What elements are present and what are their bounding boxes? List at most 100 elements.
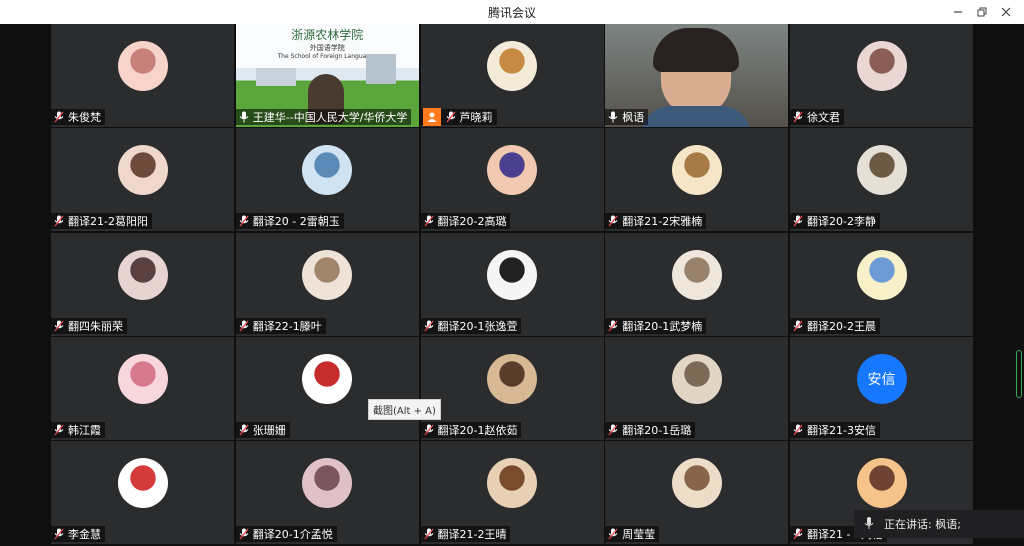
- participant-nameplate: 翻译21-2王晴: [420, 526, 511, 542]
- participant-tile[interactable]: 浙源农林学院 外国语学院 The School of Foreign Languag…: [235, 24, 419, 127]
- building-shape: [365, 54, 396, 84]
- participant-name: 翻译22-1滕叶: [252, 319, 322, 333]
- participant-name: 翻译20-1岳璐: [622, 423, 692, 437]
- participant-avatar: [671, 145, 722, 196]
- participant-tile[interactable]: 朱俊梵: [51, 24, 234, 127]
- participant-nameplate: 王建华--中国人民大学/华侨大学: [235, 109, 412, 125]
- participant-nameplate: 芦晓莉: [420, 108, 497, 126]
- mic-muted-icon: [607, 423, 619, 437]
- participant-tile[interactable]: 韩江霞: [51, 336, 234, 440]
- mic-muted-icon: [53, 527, 65, 541]
- participant-avatar: [487, 249, 537, 300]
- participant-nameplate: 徐文君: [790, 109, 844, 125]
- participant-tile[interactable]: 李金慧: [51, 441, 234, 544]
- person-shoulders: [641, 106, 752, 127]
- participant-avatar: [302, 145, 353, 196]
- participant-tile[interactable]: 翻译21-2王晴: [420, 441, 604, 544]
- window-controls: [946, 2, 1018, 22]
- participant-avatar: [856, 41, 907, 91]
- restore-icon[interactable]: [970, 2, 994, 22]
- participant-nameplate: 翻译20-2李静: [790, 213, 880, 230]
- participant-tile[interactable]: 张珊姗: [235, 336, 419, 440]
- mic-muted-icon: [53, 319, 65, 333]
- mic-icon: [607, 110, 619, 124]
- participant-nameplate: 周莹莹: [605, 526, 660, 542]
- participant-nameplate: 翻译22-1滕叶: [235, 317, 326, 334]
- window-title: 腾讯会议: [487, 5, 536, 20]
- mic-muted-icon: [423, 214, 435, 228]
- mic-muted-icon: [238, 527, 250, 541]
- participant-tile[interactable]: 翻译20-2高璐: [420, 128, 604, 232]
- mic-muted-icon: [792, 527, 804, 541]
- participant-tile[interactable]: 徐文君: [790, 24, 973, 127]
- participant-name: 翻译20-2王晨: [807, 319, 876, 333]
- participant-name: 翻译20 - 2雷朝玉: [252, 215, 340, 229]
- mic-muted-icon: [53, 110, 65, 124]
- minimize-icon[interactable]: [946, 2, 970, 22]
- building-shape: [255, 68, 296, 86]
- mic-muted-icon: [423, 319, 435, 333]
- participant-tile[interactable]: 翻译20-1介孟悦: [235, 441, 419, 544]
- participant-avatar: [302, 458, 353, 508]
- participant-avatar: [856, 249, 907, 300]
- participant-name: 张珊姗: [252, 423, 286, 437]
- screenshot-tooltip: 截图(Alt + A): [368, 399, 441, 420]
- speaker-icon: [862, 516, 876, 533]
- mic-muted-icon: [445, 110, 457, 124]
- scroll-indicator[interactable]: [1016, 350, 1022, 398]
- participant-tile[interactable]: 翻译20-2王晨: [790, 232, 973, 336]
- mic-muted-icon: [792, 110, 804, 124]
- close-icon[interactable]: [994, 2, 1018, 22]
- participant-name: 王建华--中国人民大学/华侨大学: [252, 111, 408, 124]
- title-bar: 腾讯会议: [0, 0, 1024, 24]
- participant-name: 翻译20-1介孟悦: [252, 528, 333, 541]
- mic-muted-icon: [423, 423, 435, 437]
- participant-avatar: 安信: [856, 353, 907, 404]
- participant-tile[interactable]: 翻译20-1岳璐: [605, 336, 789, 440]
- mic-muted-icon: [792, 214, 804, 228]
- participant-avatar: [117, 353, 168, 404]
- participant-nameplate: 翻译20-1张逸萱: [420, 317, 522, 334]
- participant-tile[interactable]: 枫语: [605, 24, 789, 127]
- participant-avatar: [117, 145, 168, 196]
- participant-tile[interactable]: 周莹莹: [605, 441, 789, 544]
- participant-tile[interactable]: 翻译21-2宋雅楠: [605, 128, 789, 232]
- mic-muted-icon: [607, 527, 619, 541]
- participant-tile[interactable]: 翻译22-1滕叶: [235, 232, 419, 336]
- participant-name: 周莹莹: [622, 528, 656, 541]
- participant-nameplate: 翻译20-1赵依茹: [420, 421, 522, 438]
- participant-avatar: [302, 353, 353, 404]
- participant-name: 翻四朱丽荣: [68, 319, 123, 333]
- participant-tile[interactable]: 翻译20-1赵依茹: [420, 336, 604, 440]
- participant-tile[interactable]: 翻译20-1武梦楠: [605, 232, 789, 336]
- participant-tile[interactable]: 翻四朱丽荣: [51, 232, 234, 336]
- participant-tile[interactable]: 安信 翻译21-3安信: [790, 336, 973, 440]
- mic-muted-icon: [607, 319, 619, 333]
- participant-avatar: [487, 145, 537, 196]
- mic-muted-icon: [238, 214, 250, 228]
- participant-name: 枫语: [622, 111, 645, 124]
- mic-muted-icon: [53, 423, 65, 437]
- mic-muted-icon: [792, 319, 804, 333]
- participant-name: 翻译21-2王晴: [437, 528, 507, 541]
- participant-tile[interactable]: 芦晓莉: [420, 24, 604, 127]
- participant-grid: 朱俊梵 浙源农林学院 外国语学院 The School of Foreign Lang…: [51, 24, 973, 544]
- participant-name: 翻译21-2宋雅楠: [622, 215, 703, 229]
- participant-tile[interactable]: 翻译21-2葛阳阳: [51, 128, 234, 232]
- participant-tile[interactable]: 翻译20-2李静: [790, 128, 973, 232]
- participant-name: 翻译20-1张逸萱: [437, 319, 518, 333]
- person-hair: [653, 28, 740, 72]
- participant-avatar: [117, 458, 168, 508]
- participant-avatar: [302, 249, 353, 300]
- participant-nameplate: 翻译20 - 2雷朝玉: [235, 213, 344, 230]
- participant-name: 翻译21-2葛阳阳: [68, 215, 148, 229]
- participant-avatar: [671, 458, 722, 508]
- participant-avatar: [671, 249, 722, 300]
- meeting-stage: 朱俊梵 浙源农林学院 外国语学院 The School of Foreign Lang…: [0, 24, 1024, 546]
- participant-tile[interactable]: 翻译20-1张逸萱: [420, 232, 604, 336]
- participant-nameplate: 翻译20-1武梦楠: [605, 317, 707, 334]
- participant-avatar: [487, 458, 537, 508]
- participant-tile[interactable]: 翻译20 - 2雷朝玉: [235, 128, 419, 232]
- mic-muted-icon: [607, 214, 619, 228]
- participant-avatar: [117, 41, 168, 91]
